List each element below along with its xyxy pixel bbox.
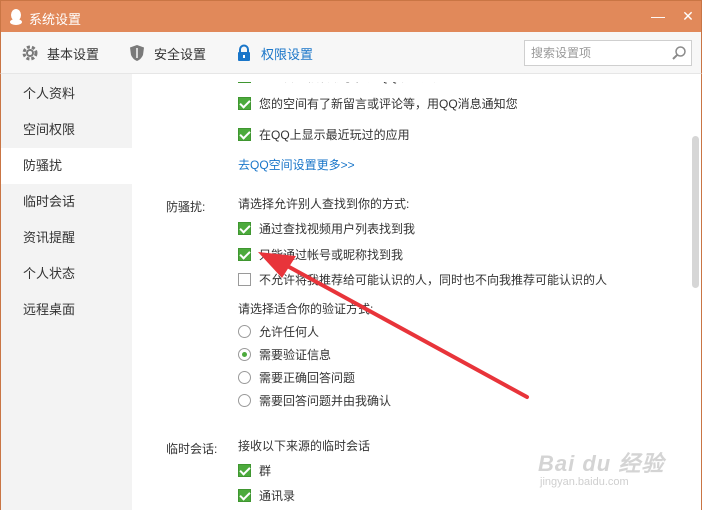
- option-label: 通讯录: [259, 488, 296, 503]
- lock-icon: [238, 44, 250, 61]
- option-label: 通过查找视频用户列表找到我: [259, 221, 416, 236]
- sidebar-item-personal-status[interactable]: 个人状态: [1, 256, 133, 292]
- checkbox-temp-session-contacts[interactable]: [238, 488, 251, 502]
- tab-security-settings[interactable]: 安全设置: [128, 32, 206, 74]
- verify-prompt: 请选择适合你的验证方式:: [238, 297, 373, 319]
- option-space-comment-notify[interactable]: 您的空间有了新留言或评论等，用QQ消息通知您: [238, 92, 518, 114]
- content-scrollbar[interactable]: [690, 74, 702, 510]
- option-label: 群: [259, 463, 272, 478]
- option-require-correct-answer[interactable]: 需要正确回答问题: [238, 366, 355, 388]
- option-label: 只能通过帐号或昵称找到我: [259, 247, 404, 262]
- temp-session-prompt-text: 接收以下来源的临时会话: [238, 438, 371, 453]
- verify-prompt-text: 请选择适合你的验证方式:: [238, 301, 374, 316]
- option-label: 在QQ上显示最近玩过的应用: [259, 127, 410, 142]
- sidebar-item-profile[interactable]: 个人资料: [1, 76, 133, 112]
- radio-allow-anyone[interactable]: [238, 324, 251, 338]
- title-bar: 系统设置 — ✕: [0, 0, 702, 32]
- option-allow-anyone[interactable]: 允许任何人: [238, 320, 319, 342]
- option-temp-session-group[interactable]: 群: [238, 459, 271, 481]
- option-label: 您的空间有了新留言或评论等，用QQ消息通知您: [259, 96, 518, 111]
- tab-permission-settings[interactable]: 权限设置: [235, 32, 313, 74]
- watermark-main-text: Bai du 经验: [538, 451, 665, 476]
- qq-logo-icon: [10, 9, 22, 25]
- checkbox-find-by-video-list[interactable]: [238, 221, 251, 235]
- option-label: 需要验证信息: [259, 347, 332, 362]
- sidebar-item-temp-session[interactable]: 临时会话: [1, 184, 133, 220]
- checkbox-space-comment-notify[interactable]: [238, 96, 251, 110]
- baidu-jingyan-watermark: Bai du 经验 jingyan.baidu.com: [538, 446, 688, 496]
- radio-require-verification[interactable]: [238, 347, 251, 361]
- option-answer-and-confirm[interactable]: 需要回答问题并由我确认: [238, 389, 391, 411]
- radio-answer-and-confirm[interactable]: [238, 393, 251, 407]
- find-prompt: 请选择允许别人查找到你的方式:: [238, 192, 409, 214]
- temp-session-prompt: 接收以下来源的临时会话: [238, 434, 370, 456]
- find-prompt-text: 请选择允许别人查找到你的方式:: [238, 196, 410, 211]
- tab-security-settings-label: 安全设置: [154, 46, 207, 62]
- watermark-sub-text: jingyan.baidu.com: [540, 476, 629, 488]
- option-label: 不允许将我推荐给可能认识的人，同时也不向我推荐可能认识的人: [259, 272, 608, 287]
- temp-session-label: 临时会话:: [166, 442, 218, 456]
- settings-content: 您的日志被转载了，用QQ消息通知您 您的空间有了新留言或评论等，用QQ消息通知您…: [132, 74, 702, 510]
- tab-permission-settings-label: 权限设置: [261, 46, 314, 62]
- option-label: 允许任何人: [259, 324, 320, 339]
- sidebar-item-remote-desktop[interactable]: 远程桌面: [1, 292, 133, 328]
- option-no-recommend[interactable]: 不允许将我推荐给可能认识的人，同时也不向我推荐可能认识的人: [238, 268, 607, 290]
- search-input[interactable]: [531, 45, 671, 61]
- radio-require-correct-answer[interactable]: [238, 370, 251, 384]
- tab-basic-settings[interactable]: 基本设置: [21, 32, 99, 74]
- qzone-more-settings-link[interactable]: 去QQ空间设置更多>>: [238, 156, 355, 173]
- settings-sidebar: 个人资料 空间权限 防骚扰 临时会话 资讯提醒 个人状态 远程桌面: [0, 74, 133, 510]
- tab-basic-settings-label: 基本设置: [47, 46, 100, 62]
- checkbox-no-recommend[interactable]: [238, 272, 251, 286]
- option-find-by-video-list[interactable]: 通过查找视频用户列表找到我: [238, 217, 415, 239]
- scroll-clip: [132, 74, 701, 82]
- window-title: 系统设置: [29, 12, 82, 27]
- minimize-button[interactable]: —: [649, 7, 667, 25]
- space-more-link-row: 去QQ空间设置更多>>: [238, 153, 355, 175]
- option-require-verification[interactable]: 需要验证信息: [238, 343, 331, 365]
- sidebar-item-space-permissions[interactable]: 空间权限: [1, 112, 133, 148]
- sidebar-item-anti-harassment[interactable]: 防骚扰: [1, 148, 133, 184]
- settings-toolbar: 基本设置 安全设置 权限设置: [0, 32, 702, 74]
- scrollbar-thumb[interactable]: [692, 136, 699, 288]
- option-label: 需要正确回答问题: [259, 370, 356, 385]
- option-show-recent-apps[interactable]: 在QQ上显示最近玩过的应用: [238, 123, 410, 145]
- checkbox-temp-session-group[interactable]: [238, 463, 251, 477]
- checkbox-find-by-account-only[interactable]: [238, 247, 251, 261]
- close-button[interactable]: ✕: [679, 7, 697, 25]
- checkbox-show-recent-apps[interactable]: [238, 127, 251, 141]
- settings-search-box[interactable]: [524, 40, 692, 66]
- search-icon[interactable]: [671, 45, 687, 61]
- gear-icon: [22, 45, 38, 61]
- option-label: 需要回答问题并由我确认: [259, 393, 392, 408]
- option-find-by-account-only[interactable]: 只能通过帐号或昵称找到我: [238, 243, 403, 265]
- shield-icon: [130, 45, 144, 61]
- option-temp-session-contacts[interactable]: 通讯录: [238, 484, 295, 506]
- sidebar-item-news-alerts[interactable]: 资讯提醒: [1, 220, 133, 256]
- anti-harass-label: 防骚扰:: [166, 200, 206, 214]
